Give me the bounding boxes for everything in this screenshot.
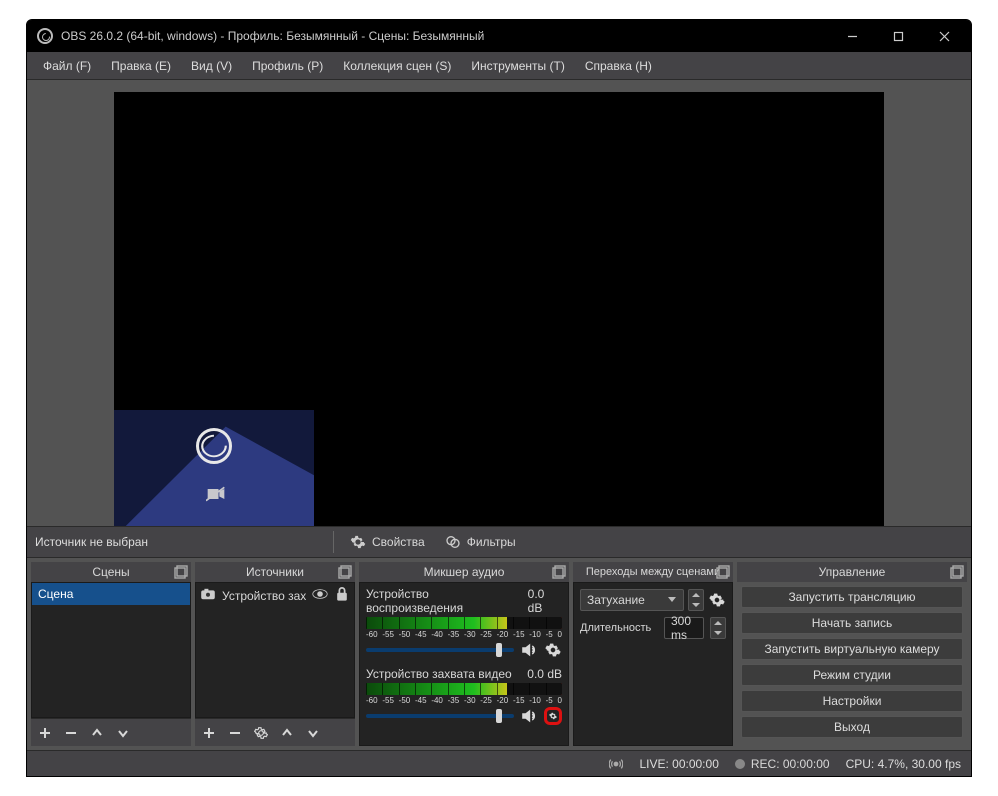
dock-area: Сцены Сцена Источники Устрой xyxy=(27,558,971,750)
broadcast-icon xyxy=(609,757,623,771)
source-item[interactable]: Устройство захв... xyxy=(196,583,354,608)
scene-item[interactable]: Сцена xyxy=(32,583,190,605)
start-virtualcam-button[interactable]: Запустить виртуальную камеру xyxy=(741,638,963,660)
popout-icon[interactable] xyxy=(338,565,352,579)
remove-scene-button[interactable] xyxy=(61,723,81,743)
cpu-status: CPU: 4.7%, 30.00 fps xyxy=(846,757,961,771)
duration-label: Длительность xyxy=(580,622,658,634)
channel-name: Устройство воспроизведения xyxy=(366,587,528,615)
menu-file[interactable]: Файл (F) xyxy=(33,55,101,77)
menu-profile[interactable]: Профиль (P) xyxy=(242,55,333,77)
speaker-icon[interactable] xyxy=(520,707,538,725)
transition-select[interactable]: Затухание xyxy=(580,589,684,611)
studio-mode-button[interactable]: Режим студии xyxy=(741,664,963,686)
properties-button[interactable]: Свойства xyxy=(340,531,435,553)
scenes-panel: Сцены Сцена xyxy=(31,562,191,746)
source-up-button[interactable] xyxy=(277,723,297,743)
titlebar[interactable]: OBS 26.0.2 (64-bit, windows) - Профиль: … xyxy=(27,20,971,52)
sources-panel: Источники Устройство захв... xyxy=(195,562,355,746)
exit-button[interactable]: Выход xyxy=(741,716,963,738)
remove-source-button[interactable] xyxy=(225,723,245,743)
rec-indicator-icon xyxy=(735,759,745,769)
scenes-header[interactable]: Сцены xyxy=(31,562,191,582)
sources-list[interactable]: Устройство захв... xyxy=(195,582,355,718)
camera-icon xyxy=(200,587,216,604)
controls-header[interactable]: Управление xyxy=(737,562,967,582)
popout-icon[interactable] xyxy=(950,565,964,579)
duration-input[interactable]: 300 ms xyxy=(664,617,704,639)
obs-logo-icon xyxy=(37,28,53,44)
menu-scene-collection[interactable]: Коллекция сцен (S) xyxy=(333,55,461,77)
app-window: OBS 26.0.2 (64-bit, windows) - Профиль: … xyxy=(26,19,972,777)
add-source-button[interactable] xyxy=(199,723,219,743)
menu-help[interactable]: Справка (H) xyxy=(575,55,662,77)
preview-area xyxy=(27,80,971,526)
close-button[interactable] xyxy=(921,20,967,52)
vu-meter xyxy=(366,617,562,629)
channel-db: 0.0 dB xyxy=(527,667,562,681)
start-streaming-button[interactable]: Запустить трансляцию xyxy=(741,586,963,608)
scene-up-button[interactable] xyxy=(87,723,107,743)
visibility-toggle[interactable] xyxy=(312,587,328,604)
duration-spinner[interactable] xyxy=(710,617,726,639)
channel-settings-button-highlighted[interactable] xyxy=(544,707,562,725)
audio-mixer-panel: Микшер аудио Устройство воспроизведения0… xyxy=(359,562,569,746)
source-thumbnail[interactable] xyxy=(114,410,314,526)
scenes-list[interactable]: Сцена xyxy=(31,582,191,718)
mixer-header[interactable]: Микшер аудио xyxy=(359,562,569,582)
source-down-button[interactable] xyxy=(303,723,323,743)
menu-view[interactable]: Вид (V) xyxy=(181,55,242,77)
menubar: Файл (F) Правка (E) Вид (V) Профиль (P) … xyxy=(27,52,971,80)
popout-icon[interactable] xyxy=(552,565,566,579)
rec-status: REC: 00:00:00 xyxy=(751,757,830,771)
channel-name: Устройство захвата видео xyxy=(366,667,512,681)
volume-slider[interactable] xyxy=(366,714,514,718)
source-toolbar: Источник не выбран Свойства Фильтры xyxy=(27,526,971,558)
lock-toggle[interactable] xyxy=(334,587,350,604)
menu-tools[interactable]: Инструменты (T) xyxy=(461,55,574,77)
vu-meter xyxy=(366,683,562,695)
add-scene-button[interactable] xyxy=(35,723,55,743)
minimize-button[interactable] xyxy=(829,20,875,52)
scene-down-button[interactable] xyxy=(113,723,133,743)
transitions-panel: Переходы между сценами Затухание Длитель… xyxy=(573,562,733,746)
volume-slider[interactable] xyxy=(366,648,514,652)
transition-add-remove[interactable] xyxy=(688,589,704,611)
obs-logo-icon xyxy=(196,428,232,464)
channel-settings-button[interactable] xyxy=(544,641,562,659)
popout-icon[interactable] xyxy=(174,565,188,579)
source-settings-button[interactable] xyxy=(251,723,271,743)
no-camera-icon xyxy=(206,486,226,505)
sources-header[interactable]: Источники xyxy=(195,562,355,582)
mixer-channel: Устройство захвата видео0.0 dB -60-55-50… xyxy=(366,667,562,725)
maximize-button[interactable] xyxy=(875,20,921,52)
start-recording-button[interactable]: Начать запись xyxy=(741,612,963,634)
no-source-label: Источник не выбран xyxy=(35,535,327,549)
window-title: OBS 26.0.2 (64-bit, windows) - Профиль: … xyxy=(61,29,829,43)
chevron-down-icon xyxy=(667,593,677,607)
filters-button[interactable]: Фильтры xyxy=(435,531,526,553)
channel-db: 0.0 dB xyxy=(528,587,562,615)
popout-icon[interactable] xyxy=(716,565,730,579)
mixer-channel: Устройство воспроизведения0.0 dB -60-55-… xyxy=(366,587,562,659)
speaker-icon[interactable] xyxy=(520,641,538,659)
preview-canvas[interactable] xyxy=(114,92,884,526)
controls-panel: Управление Запустить трансляцию Начать з… xyxy=(737,562,967,746)
transitions-header[interactable]: Переходы между сценами xyxy=(573,562,733,582)
settings-button[interactable]: Настройки xyxy=(741,690,963,712)
live-status: LIVE: 00:00:00 xyxy=(639,757,718,771)
statusbar: LIVE: 00:00:00 REC: 00:00:00 CPU: 4.7%, … xyxy=(27,750,971,776)
menu-edit[interactable]: Правка (E) xyxy=(101,55,181,77)
transition-settings-button[interactable] xyxy=(708,591,726,609)
